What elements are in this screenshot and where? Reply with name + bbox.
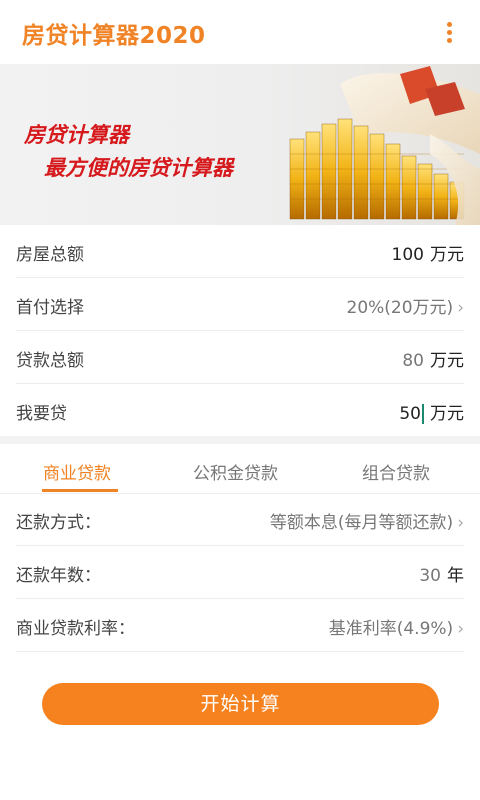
banner-subtitle: 最方便的房贷计算器 [44, 155, 233, 180]
tab-combined-loan[interactable]: 组合贷款 [362, 459, 430, 484]
text-cursor [422, 404, 424, 424]
down-payment-value[interactable]: 20%(20万元) [347, 298, 454, 318]
chevron-right-icon: › [457, 619, 464, 639]
tab-commercial-loan[interactable]: 商业贷款 [43, 459, 111, 484]
house-total-unit: 万元 [430, 245, 464, 265]
repay-method-row[interactable]: 还款方式： 等额本息(每月等额还款) › [16, 493, 464, 546]
down-payment-select[interactable]: 20%(20万元) › [347, 293, 465, 318]
want-loan-input[interactable]: 50 万元 [399, 399, 464, 424]
want-loan-row[interactable]: 我要贷 50 万元 [16, 384, 464, 436]
want-loan-unit: 万元 [430, 404, 464, 424]
rate-row[interactable]: 商业贷款利率： 基准利率(4.9%) › [16, 599, 464, 652]
repay-method-value[interactable]: 等额本息(每月等额还款) [270, 513, 453, 533]
down-payment-row[interactable]: 首付选择 20%(20万元) › [16, 278, 464, 331]
rate-value[interactable]: 基准利率(4.9%) [329, 619, 453, 639]
tab-provident-fund-loan[interactable]: 公积金贷款 [193, 459, 278, 484]
app-bar: 房贷计算器2020 [0, 0, 480, 64]
loan-total-label: 贷款总额 [16, 351, 84, 371]
house-total-label: 房屋总额 [16, 245, 84, 265]
repay-method-select[interactable]: 等额本息(每月等额还款) › [270, 508, 464, 533]
loan-form: 房屋总额 100 万元 首付选择 20%(20万元) › 贷款总额 80 万元 我要贷… [16, 225, 464, 436]
chevron-right-icon: › [457, 513, 464, 533]
rate-select[interactable]: 基准利率(4.9%) › [329, 614, 464, 639]
loan-total-value: 80 万元 [402, 346, 464, 371]
want-loan-label: 我要贷 [16, 404, 67, 424]
loan-total-number: 80 [402, 351, 424, 371]
loan-options: 还款方式： 等额本息(每月等额还款) › 还款年数： 30 年 商业贷款利率： 基准… [16, 493, 464, 652]
rate-label: 商业贷款利率： [16, 619, 135, 639]
start-calculate-button[interactable]: 开始计算 [42, 683, 439, 725]
active-tab-indicator [42, 489, 118, 492]
down-payment-label: 首付选择 [16, 298, 84, 318]
repay-years-label: 还款年数： [16, 566, 101, 586]
chevron-right-icon: › [457, 298, 464, 318]
want-loan-value[interactable]: 50 [399, 404, 421, 424]
app-title: 房贷计算器2020 [22, 23, 206, 49]
house-total-row[interactable]: 房屋总额 100 万元 [16, 225, 464, 278]
more-options-icon[interactable] [446, 22, 454, 44]
section-divider [0, 436, 480, 444]
repay-years-select[interactable]: 30 年 [419, 561, 464, 586]
promo-banner: 房贷计算器 最方便的房贷计算器 [0, 64, 480, 225]
repay-years-value[interactable]: 30 [419, 566, 441, 586]
loan-total-row: 贷款总额 80 万元 [16, 331, 464, 384]
repay-method-label: 还款方式： [16, 513, 101, 533]
loan-total-unit: 万元 [430, 351, 464, 371]
repay-years-unit: 年 [447, 566, 464, 586]
repay-years-row[interactable]: 还款年数： 30 年 [16, 546, 464, 599]
house-total-value[interactable]: 100 万元 [392, 240, 464, 265]
house-total-number[interactable]: 100 [392, 245, 424, 265]
banner-title: 房贷计算器 [24, 122, 129, 147]
gold-bars-image [289, 66, 480, 225]
loan-type-tabs: 商业贷款 公积金贷款 组合贷款 [0, 444, 480, 494]
